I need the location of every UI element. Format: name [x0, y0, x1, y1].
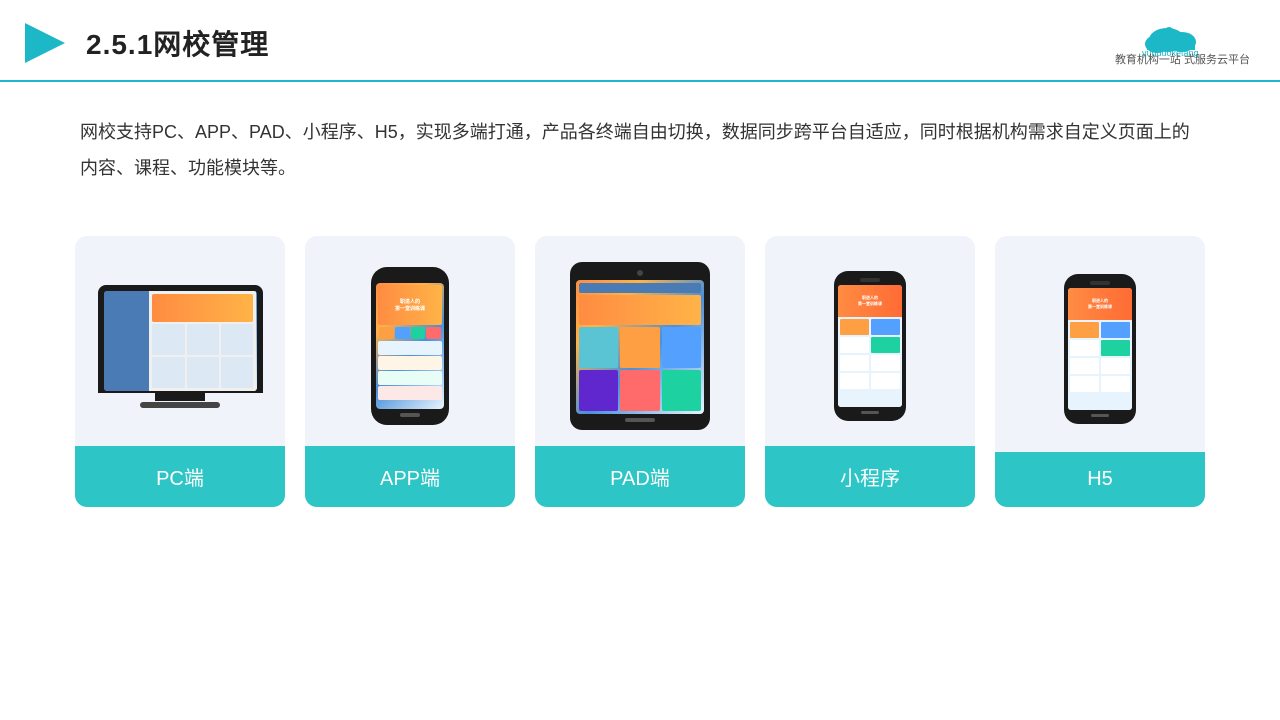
logo-area: yunduoketang 教育机构一站 式服务云平台	[1115, 18, 1250, 68]
pc-device	[85, 256, 275, 436]
card-h5-image: 职进人的第一堂训练课	[995, 236, 1205, 452]
card-pad: PAD端	[535, 236, 745, 507]
app-device: 职进人的第一堂训练课	[315, 256, 505, 436]
card-miniapp-label: 小程序	[765, 446, 975, 507]
logo-brand: 教育机构一站 式服务云平台	[1115, 53, 1250, 68]
card-pad-image	[535, 236, 745, 446]
card-app-image: 职进人的第一堂训练课	[305, 236, 515, 446]
card-pc-image	[75, 236, 285, 446]
card-h5-label: H5	[995, 452, 1205, 507]
phone-mini-mockup-2: 职进人的第一堂训练课	[1064, 274, 1136, 424]
h5-device: 职进人的第一堂训练课	[1005, 259, 1195, 439]
play-icon	[20, 18, 70, 68]
tablet-mockup	[570, 262, 710, 430]
phone-mini-mockup-1: 职进人的第一堂训练课	[834, 271, 906, 421]
card-app: 职进人的第一堂训练课	[305, 236, 515, 507]
miniapp-device: 职进人的第一堂训练课	[775, 256, 965, 436]
monitor-mockup	[98, 285, 263, 408]
card-pad-label: PAD端	[535, 446, 745, 507]
card-miniapp: 职进人的第一堂训练课	[765, 236, 975, 507]
card-pc: PC端	[75, 236, 285, 507]
card-h5: 职进人的第一堂训练课	[995, 236, 1205, 507]
phone-mockup: 职进人的第一堂训练课	[371, 267, 449, 425]
platform-cards: PC端 职进人的第一堂训练课	[0, 206, 1280, 527]
card-pc-label: PC端	[75, 446, 285, 507]
page-title: 2.5.1网校管理	[86, 23, 269, 63]
description-text: 网校支持PC、APP、PAD、小程序、H5，实现多端打通，产品各终端自由切换，数…	[0, 82, 1280, 206]
logo-icon: yunduoketang	[1137, 18, 1227, 58]
card-miniapp-image: 职进人的第一堂训练课	[765, 236, 975, 446]
header-left: 2.5.1网校管理	[20, 18, 269, 68]
card-app-label: APP端	[305, 446, 515, 507]
header: 2.5.1网校管理 yunduoketang 教育机构一站 式服务云平台	[0, 0, 1280, 82]
pad-device	[545, 256, 735, 436]
